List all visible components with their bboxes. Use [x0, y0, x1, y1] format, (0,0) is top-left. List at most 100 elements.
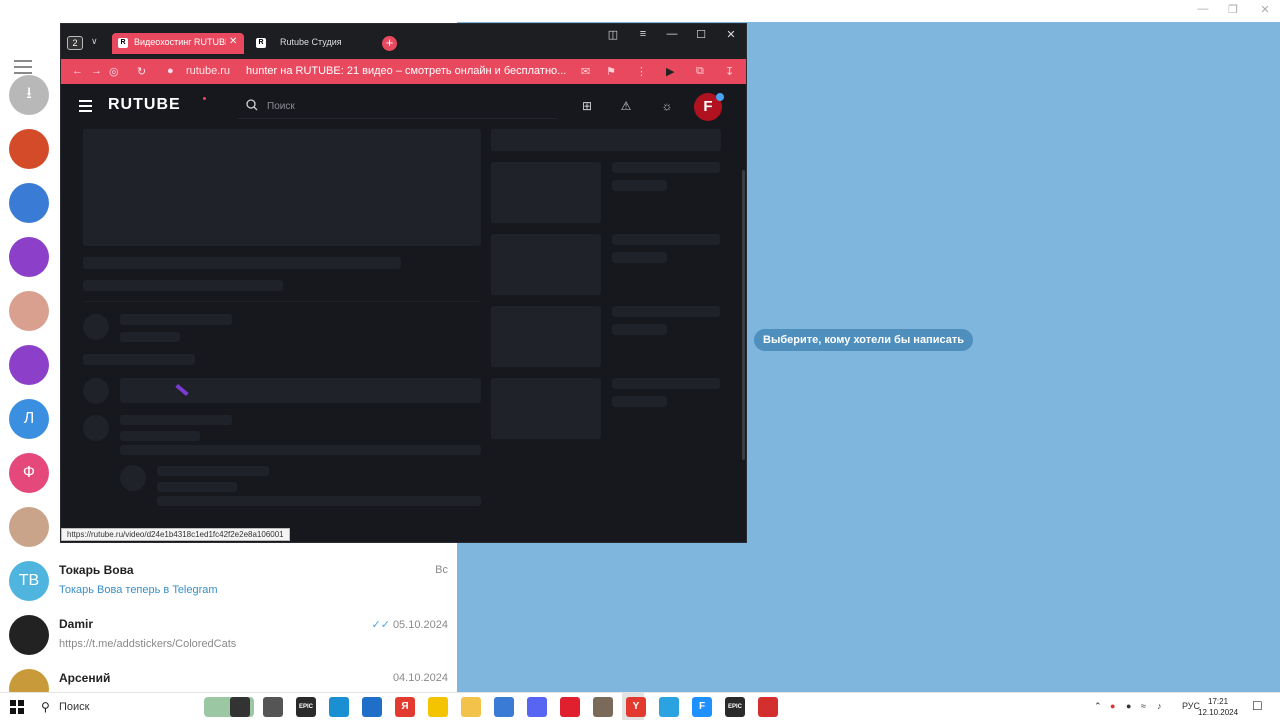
forward-icon[interactable]: → [91, 65, 102, 77]
chat-item[interactable]: Damir https://t.me/addstickers/ColoredCa… [0, 612, 457, 666]
text-skeleton [612, 234, 720, 245]
upload-icon[interactable]: ⊞ [579, 98, 595, 114]
search-bar[interactable] [237, 94, 557, 119]
text-skeleton [612, 396, 667, 407]
file-icon[interactable] [263, 697, 283, 717]
epic-launcher-icon[interactable]: EPIC [725, 697, 745, 717]
game-icon[interactable] [593, 697, 613, 717]
avatar-skeleton [120, 465, 146, 491]
text-skeleton [120, 314, 232, 325]
thumbnail-skeleton [491, 162, 601, 223]
minimize-icon[interactable]: — [662, 28, 682, 40]
volume-icon[interactable]: ♪ [1157, 701, 1162, 711]
store-icon[interactable] [494, 697, 514, 717]
more-icon[interactable]: ⋮ [636, 65, 647, 78]
translate-icon[interactable]: ✉ [581, 65, 590, 78]
archive-icon[interactable]: ⭳ [9, 75, 49, 115]
bookmarks-icon[interactable]: ◫ [603, 28, 623, 41]
task-view-icon[interactable] [230, 697, 250, 717]
text-skeleton [157, 496, 481, 506]
rutube-favicon-icon: R [118, 38, 128, 48]
meta-skeleton [83, 280, 283, 291]
protect-icon[interactable]: ◎ [109, 65, 119, 78]
collections-icon[interactable]: ⧉ [696, 65, 704, 78]
epic-games-icon[interactable]: EPIC [296, 697, 316, 717]
avatar[interactable] [9, 507, 49, 547]
yandex-browser-icon[interactable]: Y [626, 697, 646, 717]
back-icon[interactable]: ← [72, 65, 83, 77]
chat-date: 04.10.2024 [392, 672, 448, 684]
search-input[interactable] [267, 97, 547, 115]
tab-title: Видеохостинг RUTUBE [134, 37, 226, 47]
avatar[interactable]: Ф [9, 453, 49, 493]
explorer-icon[interactable] [461, 697, 481, 717]
restore-icon[interactable]: ❐ [1218, 3, 1248, 16]
browser-window: 2 ∨ R Видеохостинг RUTUBE ✕ R Rutube Сту… [60, 23, 747, 543]
close-icon[interactable]: ✕ [1250, 3, 1280, 16]
new-tab-button[interactable]: + [382, 36, 397, 51]
rutube-logo[interactable]: RUTUBE [108, 96, 181, 114]
text-skeleton [83, 354, 195, 365]
avatar[interactable] [9, 183, 49, 223]
beeline-icon[interactable] [428, 697, 448, 717]
text-skeleton [612, 252, 667, 263]
font-app-icon[interactable]: F [692, 697, 712, 717]
text-skeleton [120, 431, 200, 441]
avatar[interactable] [9, 345, 49, 385]
text-skeleton [120, 415, 232, 425]
close-icon[interactable]: ✕ [721, 28, 741, 41]
text-skeleton [612, 324, 667, 335]
avatar-skeleton [83, 378, 109, 404]
bell-icon[interactable]: ⚠ [618, 98, 634, 114]
yandex-browser-red-icon[interactable]: Я [395, 697, 415, 717]
notifications-icon[interactable]: ☐ [1252, 699, 1263, 713]
telegram-icon[interactable] [659, 697, 679, 717]
chevron-down-icon[interactable]: ∨ [91, 36, 98, 47]
taskbar-search-label: Поиск [59, 701, 90, 713]
chevron-up-icon[interactable]: ⌃ [1094, 701, 1102, 712]
tray-app-icon[interactable]: ● [1110, 701, 1115, 711]
chat-date: ✓✓ 05.10.2024 [372, 618, 449, 631]
discord-icon[interactable] [527, 697, 547, 717]
clock[interactable]: 17:21 12.10.2024 [1198, 696, 1238, 718]
avatar[interactable] [9, 129, 49, 169]
minimize-icon[interactable]: — [1188, 3, 1218, 15]
thumbnail-skeleton [491, 378, 601, 439]
close-icon[interactable]: ✕ [229, 36, 237, 47]
menu-icon[interactable] [79, 100, 92, 115]
download-icon[interactable]: ↧ [725, 65, 734, 78]
maximize-icon[interactable]: ☐ [691, 28, 711, 41]
reload-icon[interactable]: ↻ [137, 65, 146, 78]
status-dot [716, 93, 724, 101]
opera-icon[interactable] [560, 697, 580, 717]
thumbnail-skeleton [491, 234, 601, 295]
text-skeleton [612, 180, 667, 191]
avatar[interactable]: Л [9, 399, 49, 439]
menu-icon[interactable]: ≡ [633, 28, 653, 40]
windows-start-icon[interactable] [10, 700, 24, 714]
recorder-icon[interactable] [758, 697, 778, 717]
thumbnail-skeleton [491, 306, 601, 367]
scrollbar[interactable] [742, 170, 745, 460]
address-bar[interactable]: ← → ◎ ↻ ● rutube.ru hunter на RUTUBE: 21… [61, 59, 746, 84]
tab-rutube-studio[interactable]: R Rutube Студия [250, 33, 378, 54]
avatar[interactable] [9, 291, 49, 331]
bookmark-icon[interactable]: ⚑ [606, 65, 616, 78]
title-skeleton [83, 257, 401, 269]
chat-date: Вс [435, 564, 448, 576]
chat-last-message: Токарь Вова теперь в Telegram [59, 584, 218, 596]
comment-input-skeleton [120, 378, 481, 403]
menu-icon[interactable] [14, 60, 32, 74]
url-host: rutube.ru [186, 65, 231, 77]
edge-icon[interactable] [329, 697, 349, 717]
taskbar-search[interactable]: ⚲ Поиск [32, 693, 254, 720]
avatar[interactable] [9, 237, 49, 277]
chat-item[interactable]: ТВ Токарь Вова Токарь Вова теперь в Tele… [0, 558, 457, 612]
tray-icon[interactable]: ● [1126, 701, 1131, 711]
tab-rutube-video[interactable]: R Видеохостинг RUTUBE ✕ [112, 33, 244, 54]
theme-icon[interactable]: ☼ [659, 98, 675, 114]
wifi-icon[interactable]: ≈ [1141, 701, 1146, 711]
chat-name: Токарь Вова [59, 563, 134, 577]
tab-counter[interactable]: 2 [67, 36, 83, 50]
mail-icon[interactable] [362, 697, 382, 717]
